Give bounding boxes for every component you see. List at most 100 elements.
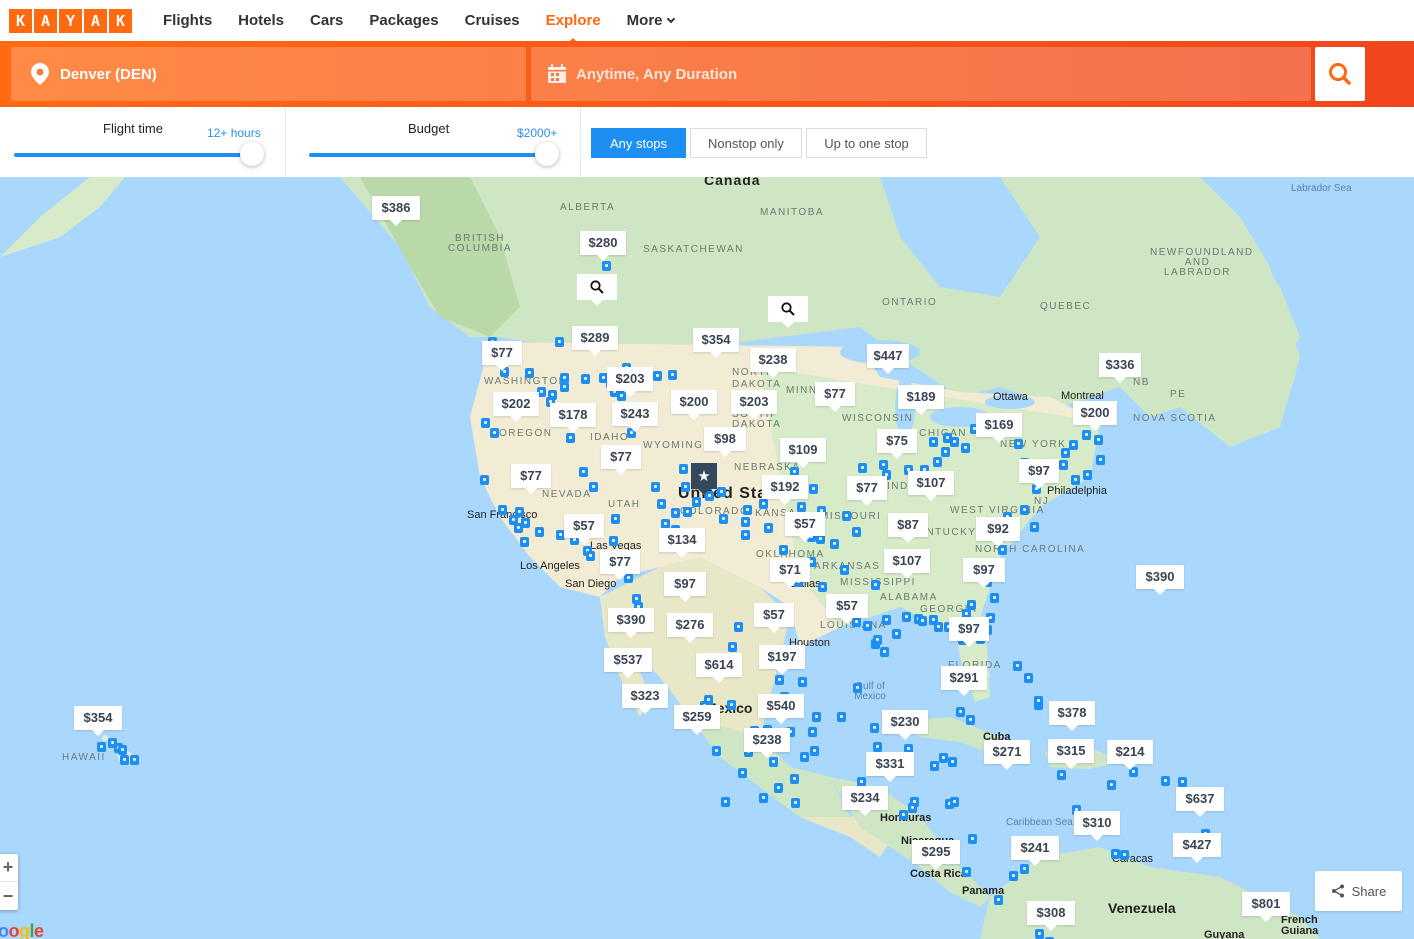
destination-pin[interactable]	[566, 433, 575, 443]
price-marker[interactable]: $202	[493, 392, 539, 422]
destination-pin[interactable]	[1009, 871, 1018, 881]
destination-pin[interactable]	[990, 593, 999, 603]
destination-pin[interactable]	[589, 482, 598, 492]
destination-pin[interactable]	[790, 774, 799, 784]
price-marker[interactable]: $77	[815, 382, 855, 412]
nav-explore[interactable]: Explore	[546, 12, 601, 29]
zoom-in-button[interactable]: +	[0, 854, 18, 882]
destination-pin[interactable]	[962, 867, 971, 877]
destination-pin[interactable]	[653, 371, 662, 381]
destination-pin[interactable]	[525, 368, 534, 378]
destination-pin[interactable]	[933, 457, 942, 467]
price-marker[interactable]: $259	[674, 705, 720, 735]
search-button[interactable]	[1315, 47, 1365, 101]
destination-pin[interactable]	[721, 797, 730, 807]
budget-slider-track[interactable]	[309, 153, 546, 157]
destination-pin[interactable]	[812, 712, 821, 722]
destination-pin[interactable]	[930, 761, 939, 771]
destination-pin[interactable]	[683, 507, 692, 517]
destination-pin[interactable]	[948, 757, 957, 767]
destination-pin[interactable]	[602, 261, 611, 271]
price-marker[interactable]: $243	[612, 402, 658, 432]
destination-pin[interactable]	[880, 647, 889, 657]
destination-pin[interactable]	[1035, 929, 1044, 939]
price-marker[interactable]: $200	[671, 390, 717, 420]
destination-pin[interactable]	[950, 797, 959, 807]
destination-pin[interactable]	[1020, 864, 1029, 874]
price-marker[interactable]: $276	[667, 613, 713, 643]
destination-pin[interactable]	[775, 675, 784, 685]
destination-pin[interactable]	[1161, 776, 1170, 786]
destination-pin[interactable]	[560, 382, 569, 392]
price-marker[interactable]: $97	[963, 558, 1005, 588]
price-marker[interactable]: $295	[912, 840, 960, 870]
destination-pin[interactable]	[764, 523, 773, 533]
destination-pin[interactable]	[892, 629, 901, 639]
price-marker[interactable]: $57	[826, 594, 868, 624]
up-to-one-stop-button[interactable]: Up to one stop	[806, 128, 927, 158]
destination-pin[interactable]	[712, 746, 721, 756]
price-marker[interactable]: $77	[482, 341, 522, 371]
destination-pin[interactable]	[743, 505, 752, 515]
price-marker[interactable]: $71	[770, 558, 810, 588]
destination-pin[interactable]	[1111, 849, 1120, 859]
destination-pin[interactable]	[840, 565, 849, 575]
destination-pin[interactable]	[1082, 430, 1091, 440]
destination-pin[interactable]	[858, 463, 867, 473]
destination-pin[interactable]	[1096, 455, 1105, 465]
destination-pin[interactable]	[956, 707, 965, 717]
destination-pin[interactable]	[719, 514, 728, 524]
destination-pin[interactable]	[899, 810, 908, 820]
destination-pin[interactable]	[918, 616, 927, 626]
kayak-logo[interactable]: K A Y A K	[9, 8, 132, 33]
destination-pin[interactable]	[97, 742, 106, 752]
price-marker[interactable]: $271	[984, 740, 1030, 770]
price-marker[interactable]: $97	[664, 572, 706, 602]
destination-pin[interactable]	[1069, 440, 1078, 450]
destination-pin[interactable]	[692, 497, 701, 507]
destination-pin[interactable]	[774, 783, 783, 793]
destination-pin[interactable]	[1083, 470, 1092, 480]
price-marker[interactable]: $378	[1049, 701, 1095, 731]
price-marker[interactable]: $203	[607, 367, 653, 397]
destination-pin[interactable]	[934, 622, 943, 632]
price-marker[interactable]: $57	[754, 603, 794, 633]
destination-pin[interactable]	[1071, 475, 1080, 485]
destination-pin[interactable]	[657, 499, 666, 509]
destination-pin[interactable]	[679, 464, 688, 474]
destination-pin[interactable]	[1094, 435, 1103, 445]
destination-pin[interactable]	[727, 700, 736, 710]
destination-pin[interactable]	[808, 727, 817, 737]
price-marker[interactable]: $134	[659, 528, 705, 558]
destination-pin[interactable]	[908, 803, 917, 813]
price-marker[interactable]: $241	[1011, 836, 1059, 866]
price-marker[interactable]: $390	[608, 608, 654, 638]
price-marker[interactable]: $107	[908, 471, 954, 501]
destination-pin[interactable]	[586, 551, 595, 561]
destination-pin[interactable]	[994, 895, 1003, 905]
explore-map[interactable]: Canada ALBERTA MANITOBA BRITISH COLUMBIA…	[0, 177, 1414, 939]
destination-pin[interactable]	[966, 715, 975, 725]
destination-pin[interactable]	[759, 793, 768, 803]
destination-pin[interactable]	[809, 484, 818, 494]
price-marker[interactable]: $92	[976, 517, 1020, 547]
price-marker[interactable]: $169	[976, 413, 1022, 443]
destination-pin[interactable]	[1020, 505, 1029, 515]
destination-pin[interactable]	[879, 460, 888, 470]
price-marker[interactable]: $77	[601, 445, 641, 475]
nav-cruises[interactable]: Cruises	[465, 12, 520, 29]
destination-pin[interactable]	[863, 621, 872, 631]
price-marker[interactable]: $77	[511, 464, 551, 494]
destination-pin[interactable]	[668, 370, 677, 380]
price-marker[interactable]: $323	[622, 684, 668, 714]
price-marker[interactable]: $189	[898, 385, 944, 415]
price-marker[interactable]: $203	[731, 390, 777, 420]
price-marker[interactable]: $98	[704, 427, 746, 457]
price-marker[interactable]: $331	[866, 752, 914, 782]
price-marker[interactable]: $200	[1073, 401, 1117, 431]
destination-pin[interactable]	[1014, 439, 1023, 449]
destination-pin[interactable]	[481, 418, 490, 428]
destination-pin[interactable]	[852, 617, 861, 627]
price-marker[interactable]: $637	[1176, 787, 1224, 817]
destination-pin[interactable]	[480, 475, 489, 485]
